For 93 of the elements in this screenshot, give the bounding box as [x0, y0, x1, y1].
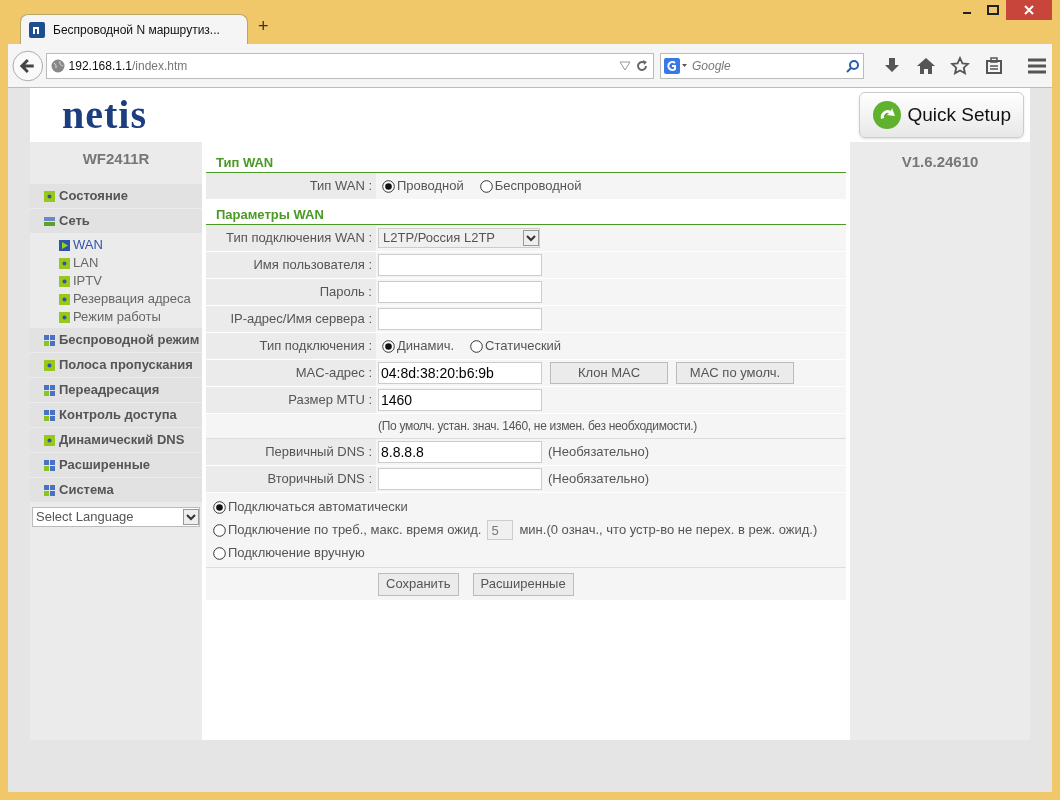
- sidebar-item[interactable]: Расширенные: [30, 453, 202, 478]
- radio-button[interactable]: [479, 179, 493, 193]
- input-field[interactable]: [378, 254, 542, 276]
- reload-icon[interactable]: [635, 58, 649, 73]
- play-square-icon: [59, 239, 70, 251]
- input-field[interactable]: 1460: [378, 389, 542, 411]
- grid-squares-icon: [44, 384, 55, 396]
- sidebar-item[interactable]: Полоса пропускания: [30, 353, 202, 378]
- sidebar-item[interactable]: Система: [30, 478, 202, 503]
- bullet-square-icon: [59, 257, 70, 269]
- submenu-item[interactable]: WAN: [30, 236, 202, 254]
- radio-button[interactable]: [382, 179, 395, 193]
- search-input[interactable]: Google: [692, 56, 842, 75]
- input-field[interactable]: 8.8.8.8: [378, 441, 542, 463]
- bookmark-star-icon[interactable]: [950, 55, 970, 76]
- collapse-bars-icon: [44, 215, 55, 227]
- bullet-square-icon: [59, 311, 70, 323]
- connection-type-select[interactable]: L2TP/Россия L2TP: [378, 228, 540, 248]
- bullet-square-icon: [44, 359, 55, 371]
- save-button[interactable]: Сохранить: [378, 572, 459, 596]
- address-bar[interactable]: 192.168.1.1/index.htm: [45, 52, 654, 79]
- site-logo-icon: [29, 21, 45, 38]
- dropdown-icon[interactable]: [619, 60, 631, 71]
- field-label: Имя пользователя :: [253, 256, 372, 275]
- grid-squares-icon: [44, 459, 55, 471]
- field-label: Пароль :: [319, 283, 372, 302]
- sidebar-item[interactable]: Переадресация: [30, 378, 202, 403]
- submenu-item[interactable]: LAN: [30, 254, 202, 272]
- caret-icon: [523, 230, 539, 246]
- language-select[interactable]: Select Language: [32, 507, 200, 527]
- search-field[interactable]: Google: [660, 52, 864, 79]
- firmware-version: V1.6.24610: [900, 152, 980, 172]
- mac-button[interactable]: Клон MAC: [550, 362, 668, 384]
- submenu-item[interactable]: Резервация адреса: [30, 290, 202, 308]
- radio-label: Проводной: [397, 177, 464, 196]
- radio-label: Подключение вручную: [228, 544, 365, 563]
- field-label: IP-адрес/Имя сервера :: [230, 310, 372, 329]
- home-icon[interactable]: [916, 55, 936, 76]
- submenu-item[interactable]: IPTV: [30, 272, 202, 290]
- field-label: Первичный DNS :: [265, 443, 372, 462]
- radio-button[interactable]: [213, 500, 226, 514]
- field-label: Вторичный DNS :: [267, 470, 372, 489]
- mtu-note: (По умолч. устан. знач. 1460, не измен. без необходимости.): [378, 418, 698, 435]
- advanced-button[interactable]: Расширенные: [472, 572, 574, 596]
- radio-label: Динамич.: [397, 337, 455, 356]
- radio-button[interactable]: [213, 546, 226, 560]
- bullet-square-icon: [44, 434, 55, 446]
- browser-tab[interactable]: Беспроводной N маршрутиз...: [20, 14, 248, 44]
- input-field[interactable]: 04:8d:38:20:b6:9b: [378, 362, 542, 384]
- idle-time-note: мин.(0 означ., что устр-во не перех. в реж. ожид.): [519, 521, 818, 540]
- grid-squares-icon: [44, 484, 55, 496]
- new-tab-button[interactable]: +: [258, 13, 269, 40]
- field-label: MAC-адрес :: [295, 364, 372, 383]
- radio-label: Подключаться автоматически: [228, 498, 408, 517]
- input-field[interactable]: [378, 281, 542, 303]
- optional-hint: (Необязательно): [548, 470, 649, 489]
- submenu-item[interactable]: Режим работы: [30, 308, 202, 326]
- bullet-square-icon: [44, 190, 55, 202]
- sidebar-item[interactable]: Состояние: [30, 184, 202, 209]
- input-field[interactable]: [378, 468, 542, 490]
- radio-label: Беспроводной: [494, 177, 582, 196]
- back-icon[interactable]: [12, 49, 44, 82]
- tab-title: Беспроводной N маршрутиз...: [53, 21, 220, 39]
- field-label: Размер MTU :: [288, 391, 372, 410]
- caret-icon: [183, 509, 199, 525]
- radio-button[interactable]: [382, 339, 395, 353]
- input-field[interactable]: [378, 308, 542, 330]
- search-engine-icon[interactable]: [664, 57, 688, 74]
- sidebar-item[interactable]: Сеть: [30, 209, 202, 234]
- grid-squares-icon: [44, 334, 55, 346]
- quick-setup-button[interactable]: Quick Setup: [858, 92, 1024, 138]
- mac-button[interactable]: MAC по умолч.: [676, 362, 794, 384]
- radio-button[interactable]: [470, 339, 484, 353]
- optional-hint: (Необязательно): [548, 443, 649, 462]
- field-label: Тип подключения :: [259, 337, 372, 356]
- sidebar-item[interactable]: Динамический DNS: [30, 428, 202, 453]
- field-label: Тип WAN :: [309, 177, 372, 196]
- close-icon[interactable]: [1006, 0, 1052, 20]
- bullet-square-icon: [59, 293, 70, 305]
- reading-list-icon[interactable]: [984, 55, 1004, 76]
- radio-button[interactable]: [213, 523, 226, 537]
- sidebar-item[interactable]: Беспроводной режим: [30, 328, 202, 353]
- idle-time-field[interactable]: 5: [487, 520, 514, 540]
- model-name: WF2411R: [81, 149, 151, 169]
- grid-squares-icon: [44, 409, 55, 421]
- field-label: Тип подключения WAN :: [226, 229, 372, 248]
- sidebar-item[interactable]: Контроль доступа: [30, 403, 202, 428]
- globe-icon: [50, 58, 65, 73]
- search-icon[interactable]: [846, 58, 860, 73]
- bullet-square-icon: [59, 275, 70, 287]
- radio-label: Статический: [485, 337, 562, 356]
- netis-logo: netis: [62, 91, 147, 139]
- radio-label: Подключение по треб., макс. время ожид.: [228, 521, 482, 540]
